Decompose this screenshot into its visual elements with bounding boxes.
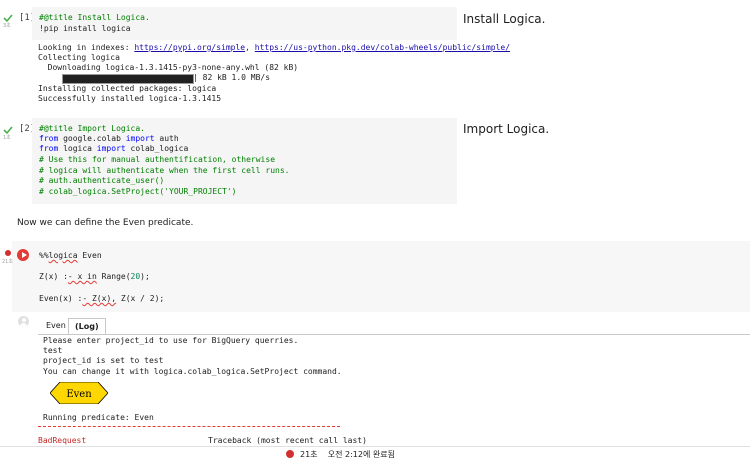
code-line: #@title Import Logica. — [39, 124, 145, 133]
download-progress-fill — [63, 75, 193, 83]
exec-time: 21초 — [2, 259, 13, 265]
output-line: Installing collected packages: logica — [38, 84, 217, 93]
colab-wheels-link[interactable]: https://us-python.pkg.dev/colab-wheels/p… — [255, 43, 510, 52]
error-separator — [38, 426, 340, 427]
markdown-text: Now we can define the Even predicate. — [17, 218, 194, 228]
error-status-icon — [286, 450, 294, 458]
tab-divider — [38, 334, 750, 335]
form-title: Install Logica. — [463, 12, 546, 26]
log-line: project_id is set to test — [43, 356, 164, 365]
output-line: Successfully installed logica-1.3.1415 — [38, 94, 222, 103]
output-line: Collecting logica — [38, 53, 120, 62]
code-line: from logica import colab_logica — [39, 144, 189, 153]
predicate-node-label: Even — [66, 389, 92, 400]
log-line: Please enter project_id to use for BigQu… — [43, 336, 299, 345]
run-cell-button[interactable] — [17, 249, 29, 261]
exec-time: 1초 — [3, 135, 11, 141]
code-editor[interactable]: #@title Install Logica. !pip install log… — [32, 7, 457, 40]
code-line: # Use this for manual authentification, … — [39, 155, 276, 164]
output-menu-icon[interactable] — [18, 316, 29, 327]
progress-text: | 82 kB 1.0 MB/s — [193, 73, 271, 82]
tab-even[interactable]: Even — [40, 318, 72, 333]
code-line: Even(x) :- Z(x), Z(x / 2); — [39, 294, 165, 303]
code-line: #@title Install Logica. — [39, 13, 150, 22]
status-text: 21초 오전 2:12에 완료됨 — [300, 450, 395, 459]
form-title: Import Logica. — [463, 122, 550, 136]
code-line: # logica will authenticate when the firs… — [39, 166, 290, 175]
error-name: BadRequest — [38, 436, 87, 445]
code-line: Z(x) :- x in Range(20); — [39, 272, 150, 281]
exec-time: 3초 — [3, 23, 11, 29]
pypi-link[interactable]: https://pypi.org/simple — [134, 43, 245, 52]
output-line: Downloading logica-1.3.1415-py3-none-any… — [38, 63, 299, 72]
code-line: # colab_logica.SetProject('YOUR_PROJECT'… — [39, 187, 237, 196]
traceback-header: Traceback (most recent call last) — [208, 436, 367, 445]
error-indicator-icon — [5, 250, 11, 256]
code-line: # auth.authenticate_user() — [39, 176, 165, 185]
code-line: %%logica Even — [39, 251, 102, 260]
log-line: Running predicate: Even — [43, 413, 154, 422]
tab-log[interactable]: (Log) — [68, 318, 106, 334]
output-line: Looking in indexes: https://pypi.org/sim… — [38, 43, 511, 52]
code-line: !pip install logica — [39, 24, 131, 33]
predicate-node: Even — [50, 382, 108, 404]
code-editor[interactable]: #@title Import Logica. from google.colab… — [32, 118, 457, 204]
log-line: test — [43, 346, 63, 355]
download-progress-bar — [62, 74, 194, 84]
log-line: You can change it with logica.colab_logi… — [43, 367, 342, 376]
code-line: from google.colab import auth — [39, 134, 179, 143]
